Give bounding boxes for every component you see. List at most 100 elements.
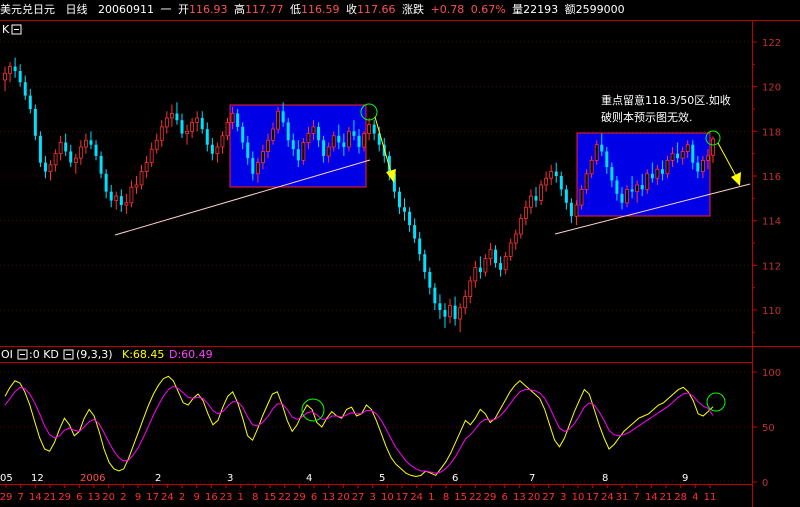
candle-body-down — [210, 144, 214, 154]
candle-body-up — [134, 184, 139, 188]
candle-body-down — [109, 191, 113, 201]
annotation-line-2: 破则本预示图无效. — [601, 110, 693, 124]
candle-body-up — [523, 206, 528, 219]
candle-body-up — [488, 249, 493, 260]
candle-body-up — [529, 195, 533, 208]
day-label: 3 — [560, 492, 566, 503]
candle-body-up — [645, 173, 650, 190]
month-label: 6 — [452, 473, 458, 484]
candle-body-up — [220, 135, 225, 148]
candle-body-up — [706, 155, 710, 161]
day-label: 15 — [454, 492, 467, 503]
day-label: 27 — [352, 492, 365, 503]
candle-body-up — [468, 280, 473, 298]
day-label: 7 — [633, 492, 639, 503]
candle-body-up — [680, 151, 685, 159]
candle-body-up — [518, 218, 523, 235]
day-label: 23 — [220, 492, 233, 503]
candle-body-down — [99, 155, 103, 174]
candle-body-up — [124, 202, 129, 206]
day-label: 13 — [322, 492, 335, 503]
candle-body-up — [508, 242, 513, 257]
candle-body-down — [423, 254, 427, 273]
day-label: 17 — [586, 492, 599, 503]
candle-body-up — [225, 122, 230, 137]
day-label: 10 — [381, 492, 394, 503]
candle-body-up — [326, 146, 331, 157]
day-label: 17 — [396, 492, 409, 503]
candle-body-down — [175, 113, 179, 121]
candle-body-down — [38, 135, 42, 163]
price-tick-label: 118 — [762, 127, 781, 138]
price-tick-label: 122 — [762, 38, 781, 49]
candle-body-up — [655, 168, 660, 179]
candle-body-down — [453, 305, 457, 319]
candle-body-up — [73, 157, 78, 163]
candle-body-down — [119, 196, 123, 206]
kd-sub-label: :0 KD — [29, 348, 59, 361]
day-label: 14 — [645, 492, 658, 503]
candle-body-down — [413, 225, 417, 239]
day-label: 22 — [278, 492, 291, 503]
candle-body-down — [13, 66, 17, 72]
day-labels: 29 7 14 21 29 6 13 20 2 9 17 24 2 9 16 23 1 8 15 22 29 6 13 20 2… — [0, 484, 716, 503]
candle-body-down — [418, 238, 422, 255]
day-label: 1 — [237, 492, 243, 503]
candle-body-up — [185, 130, 189, 134]
day-label: 24 — [601, 492, 614, 503]
candle-body-down — [610, 167, 614, 181]
candle-body-down — [94, 144, 98, 156]
candle-body-up — [579, 188, 584, 206]
candle-body-down — [397, 191, 401, 208]
day-label: 20 — [528, 492, 541, 503]
candle-body-up — [276, 110, 280, 130]
candle-body-up — [685, 144, 690, 152]
day-label: 24 — [161, 492, 174, 503]
candle-body-down — [33, 109, 37, 136]
month-label: 2 — [155, 473, 161, 484]
candle-body-up — [48, 164, 53, 172]
candle-body-down — [246, 142, 250, 159]
candle-body-up — [463, 296, 468, 309]
day-label: 21 — [44, 492, 57, 503]
candle-body-down — [89, 140, 93, 145]
candle-body-up — [266, 139, 270, 152]
candle-body-up — [594, 144, 599, 161]
candle-body-down — [660, 169, 664, 174]
candle-body-down — [443, 310, 447, 317]
kd-d-line — [4, 385, 714, 474]
day-label: 8 — [443, 492, 449, 503]
kd-params: (9,3,3) — [76, 348, 113, 361]
candle-body-down — [322, 140, 326, 156]
candle-body-up — [149, 148, 154, 163]
stock-chart[interactable]: K OI :0 KD (9,3,3) K:68.45 D:60.49 重点留意1… — [0, 0, 800, 507]
day-label: 29 — [58, 492, 71, 503]
day-label: 29 — [293, 492, 306, 503]
candle-body-down — [615, 180, 619, 194]
candle-body-down — [605, 151, 609, 168]
day-label: 1 — [428, 492, 434, 503]
candle-body-up — [448, 305, 452, 318]
month-label: 4 — [306, 473, 312, 484]
day-label: 22 — [469, 492, 482, 503]
day-label: 2 — [179, 492, 185, 503]
candle-body-up — [261, 151, 265, 164]
candle-body-down — [650, 173, 654, 179]
candle-body-down — [352, 131, 356, 136]
candle-body-down — [691, 144, 695, 163]
day-label: 21 — [660, 492, 673, 503]
day-label: 6 — [76, 492, 82, 503]
price-tick-label: 112 — [762, 261, 781, 272]
projection-arrow-left — [374, 116, 393, 177]
candle-body-up — [625, 188, 629, 204]
candle-body-down — [104, 173, 108, 192]
candle-body-up — [700, 159, 705, 172]
candle-body-down — [23, 82, 27, 96]
candle-body-up — [271, 128, 275, 141]
candle-body-up — [711, 138, 715, 156]
candle-body-up — [362, 133, 366, 148]
candle-body-up — [574, 204, 579, 217]
candle-body-down — [630, 189, 634, 192]
candle-body-down — [342, 142, 346, 147]
price-tick-label: 116 — [762, 172, 781, 183]
